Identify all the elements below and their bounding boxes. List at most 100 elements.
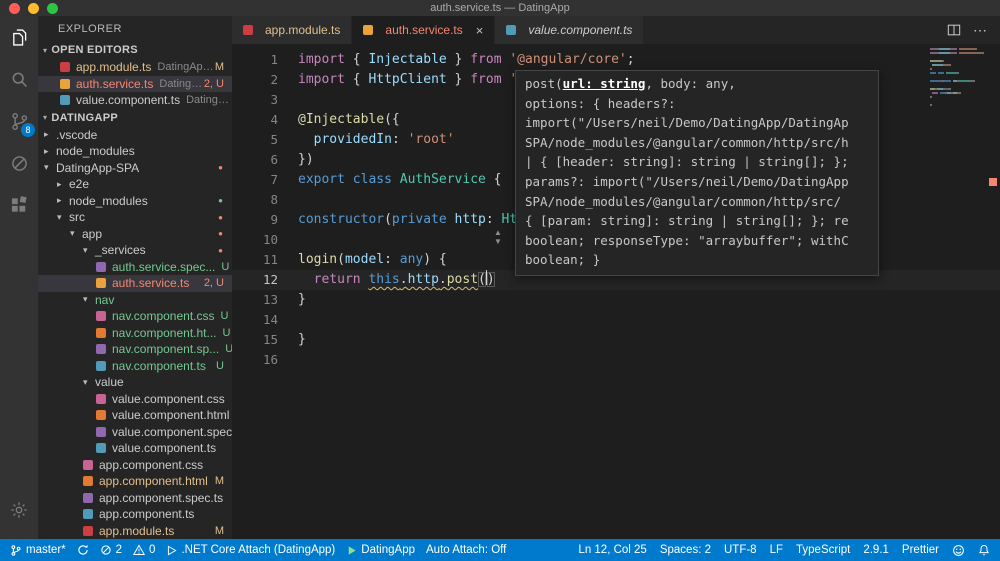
git-badge: M xyxy=(214,61,224,74)
line-number[interactable]: 6 xyxy=(232,150,278,170)
line-number[interactable]: 5 xyxy=(232,130,278,150)
tree-file[interactable]: app.component.html M xyxy=(38,473,232,490)
tree-folder[interactable]: ▸ .vscode xyxy=(38,127,232,144)
code-text: }) xyxy=(298,150,314,170)
signature-line: post(url: string, body: any, xyxy=(525,74,869,94)
line-number[interactable]: 1 xyxy=(232,50,278,70)
status-ts-version[interactable]: 2.9.1 xyxy=(863,544,889,556)
activity-settings[interactable] xyxy=(0,489,38,531)
open-editor-item[interactable]: auth.service.ts DatingAp...2, U xyxy=(38,75,232,92)
status-auto-attach[interactable]: Auto Attach: Off xyxy=(426,544,506,556)
line-number[interactable]: 7 xyxy=(232,170,278,190)
activity-explorer[interactable] xyxy=(0,16,38,58)
tree-folder[interactable]: ▾ value xyxy=(38,374,232,391)
line-number[interactable]: 15 xyxy=(232,330,278,350)
status-debug-config[interactable]: .NET Core Attach (DatingApp) xyxy=(166,544,335,556)
chevron-right-icon[interactable]: ▸ xyxy=(57,179,69,190)
activity-extensions[interactable] xyxy=(0,184,38,226)
chevron-right-icon[interactable]: ▸ xyxy=(57,195,69,206)
tree-folder[interactable]: ▸ node_modules xyxy=(38,143,232,160)
tree-file[interactable]: value.component.css xyxy=(38,391,232,408)
tree-folder[interactable]: ▸ node_modules ● xyxy=(38,193,232,210)
tree-file[interactable]: value.component.spec... xyxy=(38,424,232,441)
line-number[interactable]: 2 xyxy=(232,70,278,90)
sync-icon xyxy=(77,544,89,556)
tree-file[interactable]: value.component.ts xyxy=(38,440,232,457)
minimize-window-button[interactable] xyxy=(28,2,39,14)
code-line: 16 xyxy=(232,350,1000,370)
status-eol[interactable]: LF xyxy=(770,544,783,556)
tree-file[interactable]: nav.component.ht... U xyxy=(38,325,232,342)
tree-file[interactable]: auth.service.ts 2, U xyxy=(38,275,232,292)
tab-app-module-ts[interactable]: app.module.ts xyxy=(232,16,353,44)
close-window-button[interactable] xyxy=(9,2,20,14)
line-number[interactable]: 12 xyxy=(232,270,278,290)
activity-source-control[interactable]: 8 xyxy=(0,100,38,142)
tree-file[interactable]: nav.component.css U xyxy=(38,308,232,325)
tree-folder[interactable]: ▾ DatingApp-SPA ● xyxy=(38,160,232,177)
open-editors-section-header[interactable]: OPEN EDITORS xyxy=(38,41,232,59)
activity-debug[interactable] xyxy=(0,142,38,184)
chevron-right-icon[interactable]: ▸ xyxy=(44,129,56,140)
status-text: master* xyxy=(26,544,66,556)
tree-file[interactable]: value.component.html xyxy=(38,407,232,424)
overview-ruler[interactable] xyxy=(987,44,1000,539)
status-errors[interactable]: 2 xyxy=(100,544,122,556)
tree-folder[interactable]: ▾ app ● xyxy=(38,226,232,243)
tree-folder[interactable]: ▾ nav xyxy=(38,292,232,309)
maximize-window-button[interactable] xyxy=(47,2,58,14)
line-number[interactable]: 16 xyxy=(232,350,278,370)
chevron-down-icon[interactable]: ▾ xyxy=(83,377,95,388)
tree-file[interactable]: nav.component.ts U xyxy=(38,358,232,375)
line-number[interactable]: 8 xyxy=(232,190,278,210)
tree-file[interactable]: app.component.spec.ts xyxy=(38,490,232,507)
chevron-down-icon[interactable]: ▾ xyxy=(70,228,82,239)
tree-folder[interactable]: ▾ _services ● xyxy=(38,242,232,259)
tree-file[interactable]: app.module.ts M xyxy=(38,523,232,540)
code-text: providedIn: 'root' xyxy=(298,130,455,150)
status-language-mode[interactable]: TypeScript xyxy=(796,544,850,556)
status-feedback[interactable] xyxy=(952,544,965,557)
css-file-icon xyxy=(96,311,106,322)
status-run-task[interactable]: DatingApp xyxy=(346,544,415,556)
status-warnings[interactable]: 0 xyxy=(133,544,155,556)
open-editor-item[interactable]: app.module.ts DatingApp-...M xyxy=(38,59,232,76)
overload-arrows[interactable]: ▲ ▼ xyxy=(494,228,502,246)
tree-file[interactable]: auth.service.spec... U xyxy=(38,259,232,276)
line-number[interactable]: 3 xyxy=(232,90,278,110)
open-editors-list: app.module.ts DatingApp-...Mauth.service.… xyxy=(38,59,232,109)
tree-section-header[interactable]: DATINGAPP xyxy=(38,109,232,127)
chevron-down-icon[interactable]: ▾ xyxy=(83,245,95,256)
tab-value-component-ts[interactable]: value.component.ts xyxy=(495,16,645,44)
close-icon[interactable]: × xyxy=(476,24,484,37)
line-number[interactable]: 9 xyxy=(232,210,278,230)
tab-auth-service-ts[interactable]: auth.service.ts × xyxy=(352,16,496,44)
line-number[interactable]: 10 xyxy=(232,230,278,250)
chevron-down-icon[interactable]: ▾ xyxy=(44,162,56,173)
split-editor-icon[interactable] xyxy=(947,23,961,37)
chevron-down-icon[interactable]: ▾ xyxy=(57,212,69,223)
status-cursor-position[interactable]: Ln 12, Col 25 xyxy=(578,544,646,556)
tree-folder[interactable]: ▸ e2e xyxy=(38,176,232,193)
code-editor[interactable]: 1 import { Injectable } from '@angular/co… xyxy=(232,44,1000,539)
status-git-branch[interactable]: master* xyxy=(10,544,66,557)
status-formatter[interactable]: Prettier xyxy=(902,544,939,556)
tree-file[interactable]: app.component.css xyxy=(38,457,232,474)
tree-file[interactable]: nav.component.sp... U xyxy=(38,341,232,358)
more-actions-icon[interactable]: ⋯ xyxy=(973,22,988,39)
line-number[interactable]: 11 xyxy=(232,250,278,270)
status-indentation[interactable]: Spaces: 2 xyxy=(660,544,711,556)
line-number[interactable]: 13 xyxy=(232,290,278,310)
tree-file[interactable]: app.component.ts xyxy=(38,506,232,523)
line-number[interactable]: 14 xyxy=(232,310,278,330)
chevron-down-icon[interactable]: ▾ xyxy=(83,294,95,305)
minimap[interactable] xyxy=(930,48,986,112)
status-sync[interactable] xyxy=(77,544,89,556)
activity-search[interactable] xyxy=(0,58,38,100)
line-number[interactable]: 4 xyxy=(232,110,278,130)
tree-folder[interactable]: ▾ src ● xyxy=(38,209,232,226)
status-encoding[interactable]: UTF-8 xyxy=(724,544,757,556)
status-notifications[interactable] xyxy=(978,544,990,556)
open-editor-item[interactable]: value.component.ts DatingApp... xyxy=(38,92,232,109)
chevron-right-icon[interactable]: ▸ xyxy=(44,146,56,157)
